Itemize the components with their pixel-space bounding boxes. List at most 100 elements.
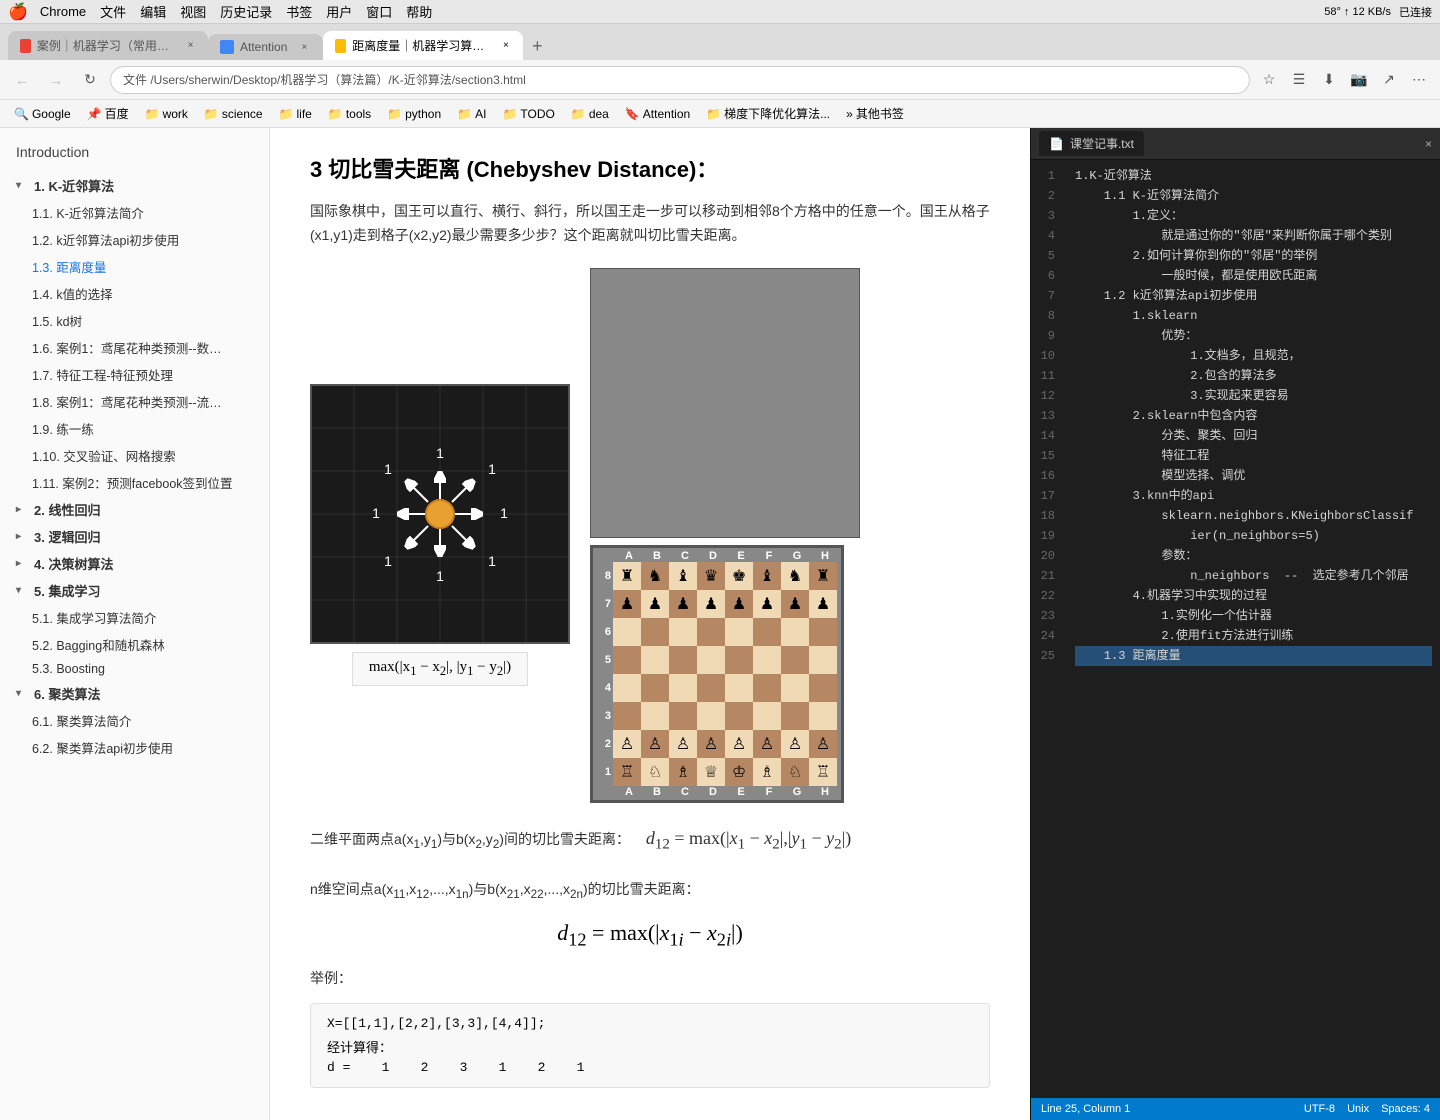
tab-1-label: 案例｜机器学习（常用科学计算...: [37, 37, 175, 54]
svg-text:1: 1: [488, 461, 496, 477]
editor-text[interactable]: 1.K-近邻算法 1.1 K-近邻算法简介 1.定义： 就是通过你的"邻居"来判…: [1067, 160, 1440, 1098]
toc-section-1-label: 1. K-近邻算法: [34, 176, 114, 195]
bookmark-ai[interactable]: 📁AI: [451, 105, 492, 123]
tab-1[interactable]: 案例｜机器学习（常用科学计算... ×: [8, 31, 208, 60]
menu-chrome[interactable]: Chrome: [40, 4, 86, 19]
bookmark-google[interactable]: 🔍Google: [8, 105, 77, 123]
toggle-section-1: ▾: [16, 180, 30, 191]
menu-view[interactable]: 视图: [180, 2, 206, 21]
back-button[interactable]: ←: [8, 66, 36, 94]
share-icon[interactable]: ↗: [1376, 67, 1402, 93]
apple-menu[interactable]: 🍎: [8, 2, 28, 22]
clock: 已连接: [1399, 4, 1432, 20]
toc-item-5-2[interactable]: 5.2. Bagging和随机森林: [0, 631, 269, 658]
menu-edit[interactable]: 编辑: [140, 2, 166, 21]
tab-3-label: 距离度量｜机器学习算法课程定...: [352, 37, 490, 54]
reload-button[interactable]: ↻: [76, 66, 104, 94]
sidebar: Introduction ▾ 1. K-近邻算法 1.1. K-近邻算法简介 1…: [0, 128, 270, 1120]
editor-statusbar: Line 25, Column 1 UTF-8 Unix Spaces: 4: [1031, 1098, 1440, 1120]
toc-item-1-1[interactable]: 1.1. K-近邻算法简介: [0, 199, 269, 226]
toc-item-6-1[interactable]: 6.1. 聚类算法简介: [0, 707, 269, 734]
bookmark-todo[interactable]: 📁TODO: [496, 105, 560, 123]
nav-bar: ← → ↻ 文件 /Users/sherwin/Desktop/机器学习（算法篇…: [0, 60, 1440, 100]
toc-item-6-1-label: 6.1. 聚类算法简介: [32, 711, 131, 730]
editor-position: Line 25, Column 1: [1041, 1103, 1130, 1115]
menu-window[interactable]: 窗口: [366, 2, 392, 21]
editor-panel: 📄 课堂记事.txt × 123456789101112131415161718…: [1030, 128, 1440, 1120]
bookmark-life[interactable]: 📁life: [273, 105, 318, 123]
toc-item-5-1[interactable]: 5.1. 集成学习算法简介: [0, 604, 269, 631]
toc-item-1-10[interactable]: 1.10. 交叉验证、网格搜索: [0, 442, 269, 469]
toc-item-1-3[interactable]: 1.3. 距离度量: [0, 253, 269, 280]
toc-section-5[interactable]: ▾ 5. 集成学习: [0, 577, 269, 604]
address-bar[interactable]: 文件 /Users/sherwin/Desktop/机器学习（算法篇）/K-近邻…: [110, 66, 1250, 94]
example-label: 举例：: [310, 967, 990, 991]
menu-user[interactable]: 用户: [326, 2, 352, 21]
bookmark-dea[interactable]: 📁dea: [565, 105, 615, 123]
new-tab-button[interactable]: +: [523, 32, 551, 60]
screenshot-icon[interactable]: 📷: [1346, 67, 1372, 93]
tab-1-close[interactable]: ×: [185, 39, 196, 53]
bookmark-work[interactable]: 📁work: [139, 105, 194, 123]
forward-button[interactable]: →: [42, 66, 70, 94]
bookmark-gradient[interactable]: 📁梯度下降优化算法...: [700, 103, 836, 124]
toc-item-1-8[interactable]: 1.8. 案例1：鸢尾花种类预测--流程...: [0, 388, 269, 415]
svg-text:1: 1: [500, 505, 508, 521]
bookmark-tools[interactable]: 📁tools: [322, 105, 377, 123]
toggle-section-4: ▸: [16, 558, 30, 569]
toc-section-3[interactable]: ▸ 3. 逻辑回归: [0, 523, 269, 550]
toc-item-1-11[interactable]: 1.11. 案例2：预测facebook签到位置: [0, 469, 269, 496]
toc-item-1-7[interactable]: 1.7. 特征工程-特征预处理: [0, 361, 269, 388]
tab-3[interactable]: 距离度量｜机器学习算法课程定... ×: [323, 31, 523, 60]
toggle-section-3: ▸: [16, 531, 30, 542]
tab-bar: 案例｜机器学习（常用科学计算... × Attention × 距离度量｜机器学…: [0, 24, 1440, 60]
toggle-section-5: ▾: [16, 585, 30, 596]
download-icon[interactable]: ⬇: [1316, 67, 1342, 93]
toc-item-1-9[interactable]: 1.9. 练一练: [0, 415, 269, 442]
tab-2-label: Attention: [240, 40, 287, 54]
editor-close-button[interactable]: ×: [1425, 137, 1432, 151]
toc-section-2[interactable]: ▸ 2. 线性回归: [0, 496, 269, 523]
toc-item-6-2-label: 6.2. 聚类算法api初步使用: [32, 738, 173, 757]
reading-list-icon[interactable]: ☰: [1286, 67, 1312, 93]
bookmark-star-icon[interactable]: ☆: [1256, 67, 1282, 93]
tab-1-favicon: [20, 39, 31, 53]
toc-section-1[interactable]: ▾ 1. K-近邻算法: [0, 172, 269, 199]
content-title: 3 切比雪夫距离 (Chebyshev Distance)：: [310, 152, 990, 184]
bookmark-python[interactable]: 📁python: [381, 105, 447, 123]
menu-file[interactable]: 文件: [100, 2, 126, 21]
tab-2-close[interactable]: ×: [297, 40, 311, 54]
editor-file-tab[interactable]: 📄 课堂记事.txt: [1039, 131, 1144, 156]
menu-bookmarks[interactable]: 书签: [286, 2, 312, 21]
toc-item-5-3[interactable]: 5.3. Boosting: [0, 658, 269, 680]
menu-icon[interactable]: ⋯: [1406, 67, 1432, 93]
bookmark-attention[interactable]: 🔖Attention: [619, 105, 696, 123]
toc-item-1-9-label: 1.9. 练一练: [32, 419, 94, 438]
toc-item-6-2[interactable]: 6.2. 聚类算法api初步使用: [0, 734, 269, 761]
toc-section-4[interactable]: ▸ 4. 决策树算法: [0, 550, 269, 577]
bookmark-more[interactable]: »其他书签: [840, 103, 910, 124]
tab-2-favicon: [220, 40, 234, 54]
toc-item-1-6[interactable]: 1.6. 案例1：鸢尾花种类预测--数据...: [0, 334, 269, 361]
bookmark-science[interactable]: 📁science: [198, 105, 269, 123]
chessboard: ABCDEFGH8♜♞♝♛♚♝♞♜7♟♟♟♟♟♟♟♟65432♙♙♙♙♙♙♙♙1…: [590, 545, 844, 803]
tab-2[interactable]: Attention ×: [208, 34, 323, 60]
toc-item-1-5-label: 1.5. kd树: [32, 311, 82, 330]
nav-icons: ☆ ☰ ⬇ 📷 ↗ ⋯: [1256, 67, 1432, 93]
bookmark-baidu[interactable]: 📌百度: [81, 103, 135, 124]
editor-header: 📄 课堂记事.txt ×: [1031, 128, 1440, 160]
toc-item-1-5[interactable]: 1.5. kd树: [0, 307, 269, 334]
toc-section-6[interactable]: ▾ 6. 聚类算法: [0, 680, 269, 707]
line-numbers: 1234567891011121314151617181920212223242…: [1031, 160, 1067, 1098]
editor-line-ending: Unix: [1347, 1103, 1369, 1115]
toc-item-1-4[interactable]: 1.4. k值的选择: [0, 280, 269, 307]
code-line-2: 经计算得：: [327, 1037, 973, 1056]
svg-text:1: 1: [384, 461, 392, 477]
menu-history[interactable]: 历史记录: [220, 2, 272, 21]
formula-caption: max(|x1 − x2|, |y1 − y2|): [352, 652, 528, 686]
bookmarks-bar: 🔍Google 📌百度 📁work 📁science 📁life 📁tools …: [0, 100, 1440, 128]
images-row: 1 1 1 1 1 1 1 1 max(|x1 − x2|, |y1 − y2|…: [310, 268, 990, 803]
toc-item-1-2[interactable]: 1.2. k近邻算法api初步使用: [0, 226, 269, 253]
menu-help[interactable]: 帮助: [406, 2, 432, 21]
tab-3-close[interactable]: ×: [501, 39, 512, 53]
